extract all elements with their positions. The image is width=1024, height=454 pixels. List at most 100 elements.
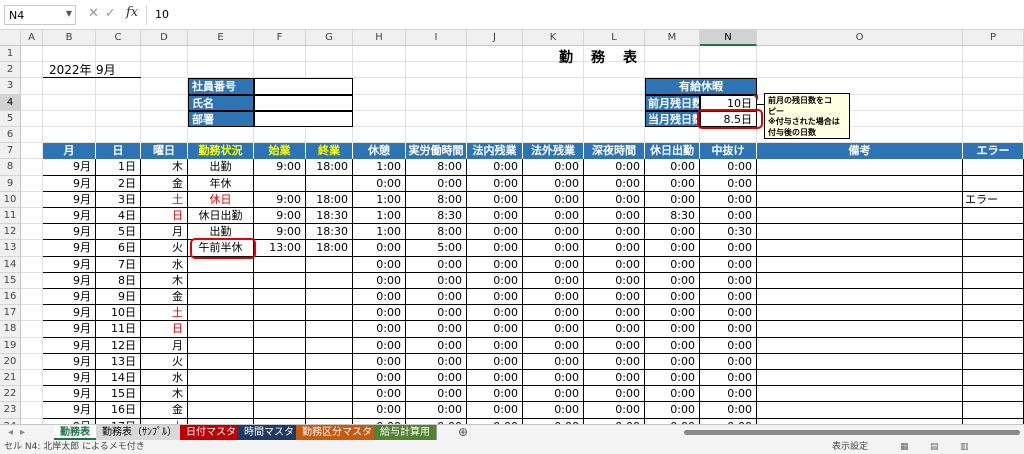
table-cell: 0:00 xyxy=(700,240,757,257)
horizontal-scrollbar[interactable] xyxy=(684,430,1020,435)
sheet-tab-4[interactable]: 勤務区分マスタ xyxy=(296,425,379,440)
row-header-18[interactable]: 18 xyxy=(0,321,21,338)
table-cell: 0:00 xyxy=(523,353,584,370)
formula-input[interactable]: 10 xyxy=(146,5,1020,25)
table-cell: 0:00 xyxy=(584,175,645,192)
table-cell: 0:00 xyxy=(700,272,757,289)
table-cell: 木 xyxy=(141,159,188,176)
name-box[interactable]: N4 ▼ xyxy=(4,5,76,25)
table-cell: 0:00 xyxy=(700,402,757,419)
row-header-11[interactable]: 11 xyxy=(0,208,21,225)
page-layout-icon[interactable]: ▤ xyxy=(930,440,939,454)
column-header-f[interactable]: F xyxy=(254,30,306,46)
table-cell xyxy=(306,175,353,192)
row-header-6[interactable]: 6 xyxy=(0,127,21,144)
table-cell: 0:00 xyxy=(467,321,523,338)
row-header-7[interactable]: 7 xyxy=(0,143,21,160)
sheet-tab-3[interactable]: 時間マスタ xyxy=(238,425,301,440)
year-cell: 2022年 xyxy=(49,63,92,78)
table-cell: 0:00 xyxy=(584,305,645,322)
row-header-16[interactable]: 16 xyxy=(0,289,21,306)
table-cell: 0:00 xyxy=(645,224,700,241)
table-cell: 5:00 xyxy=(406,240,467,257)
table-cell xyxy=(757,353,963,370)
sheet-tab-5[interactable]: 給与計算用 xyxy=(374,425,437,440)
cancel-icon[interactable]: ✕ xyxy=(88,6,105,21)
sheet-tab-0[interactable]: 勤務表 xyxy=(54,425,97,440)
column-header-j[interactable]: J xyxy=(467,30,523,46)
column-header-e[interactable]: E xyxy=(188,30,254,46)
scroll-right-icon[interactable]: ▸ xyxy=(14,425,31,440)
select-all-corner[interactable] xyxy=(0,30,21,46)
column-header-m[interactable]: M xyxy=(645,30,700,46)
table-cell: 0:00 xyxy=(523,208,584,225)
table-cell: 0:00 xyxy=(523,256,584,273)
column-header-d[interactable]: D xyxy=(141,30,188,46)
add-sheet-icon[interactable]: ⊕ xyxy=(452,425,474,440)
table-cell: 9日 xyxy=(96,289,141,306)
table-cell: 1:00 xyxy=(353,159,406,176)
row-header-8[interactable]: 8 xyxy=(0,159,21,176)
display-settings[interactable]: 表示設定 xyxy=(832,440,868,454)
column-header-b[interactable]: B xyxy=(43,30,96,46)
table-cell: 0:00 xyxy=(700,386,757,403)
column-header-n[interactable]: N xyxy=(700,30,757,46)
column-header-p[interactable]: P xyxy=(963,30,1024,46)
row-header-13[interactable]: 13 xyxy=(0,240,21,257)
worksheet-grid[interactable]: 勤 務 表 2022年 9月 社員番号 氏名 部署 有給休暇 前月残日数 10日 当月残日数 8.5… xyxy=(21,46,1024,426)
table-cell: 0:00 xyxy=(584,159,645,176)
row-header-19[interactable]: 19 xyxy=(0,337,21,354)
table-header-12: 中抜け xyxy=(700,143,757,160)
row-header-17[interactable]: 17 xyxy=(0,305,21,322)
row-header-14[interactable]: 14 xyxy=(0,256,21,273)
table-cell: 0:00 xyxy=(406,289,467,306)
column-header-a[interactable]: A xyxy=(21,30,43,46)
row-header-21[interactable]: 21 xyxy=(0,370,21,387)
table-cell: 0:00 xyxy=(584,240,645,257)
row-header-5[interactable]: 5 xyxy=(0,110,21,127)
table-cell: 0:00 xyxy=(406,386,467,403)
table-cell: 0:00 xyxy=(353,337,406,354)
table-cell: 4日 xyxy=(96,208,141,225)
table-cell: 8:00 xyxy=(406,224,467,241)
table-cell xyxy=(963,386,1024,403)
row-header-1[interactable]: 1 xyxy=(0,46,21,63)
row-header-3[interactable]: 3 xyxy=(0,78,21,95)
column-header-h[interactable]: H xyxy=(353,30,406,46)
column-header-c[interactable]: C xyxy=(96,30,141,46)
page-break-icon[interactable]: ▥ xyxy=(960,440,969,454)
table-cell: 0:00 xyxy=(467,289,523,306)
table-cell: 休日 xyxy=(188,191,254,208)
row-header-9[interactable]: 9 xyxy=(0,175,21,192)
table-cell: 0:00 xyxy=(523,159,584,176)
column-header-i[interactable]: I xyxy=(406,30,467,46)
row-header-2[interactable]: 2 xyxy=(0,62,21,79)
row-header-12[interactable]: 12 xyxy=(0,224,21,241)
sheet-tab-1[interactable]: 勤務表（ｻﾝﾌﾟﾙ） xyxy=(96,425,184,440)
row-header-4[interactable]: 4 xyxy=(0,94,21,111)
table-cell xyxy=(757,175,963,192)
row-header-22[interactable]: 22 xyxy=(0,386,21,403)
column-header-k[interactable]: K xyxy=(523,30,584,46)
table-cell: 15日 xyxy=(96,386,141,403)
column-header-g[interactable]: G xyxy=(306,30,353,46)
normal-view-icon[interactable]: ▦ xyxy=(900,440,909,454)
column-header-o[interactable]: O xyxy=(757,30,963,46)
table-cell xyxy=(963,272,1024,289)
table-cell: 0:00 xyxy=(645,159,700,176)
confirm-icon[interactable]: ✓ xyxy=(105,6,122,21)
table-cell xyxy=(757,159,963,176)
table-cell: 0:00 xyxy=(584,272,645,289)
row-header-15[interactable]: 15 xyxy=(0,272,21,289)
table-cell xyxy=(306,256,353,273)
sheet-tab-2[interactable]: 日付マスタ xyxy=(180,425,243,440)
fx-icon[interactable]: fx xyxy=(126,5,138,20)
column-header-l[interactable]: L xyxy=(584,30,645,46)
note-line: ピー xyxy=(768,106,784,116)
row-header-20[interactable]: 20 xyxy=(0,353,21,370)
chevron-down-icon[interactable]: ▼ xyxy=(66,9,72,18)
table-cell: 13:00 xyxy=(254,240,306,257)
row-header-10[interactable]: 10 xyxy=(0,191,21,208)
row-header-23[interactable]: 23 xyxy=(0,402,21,419)
table-cell xyxy=(254,321,306,338)
